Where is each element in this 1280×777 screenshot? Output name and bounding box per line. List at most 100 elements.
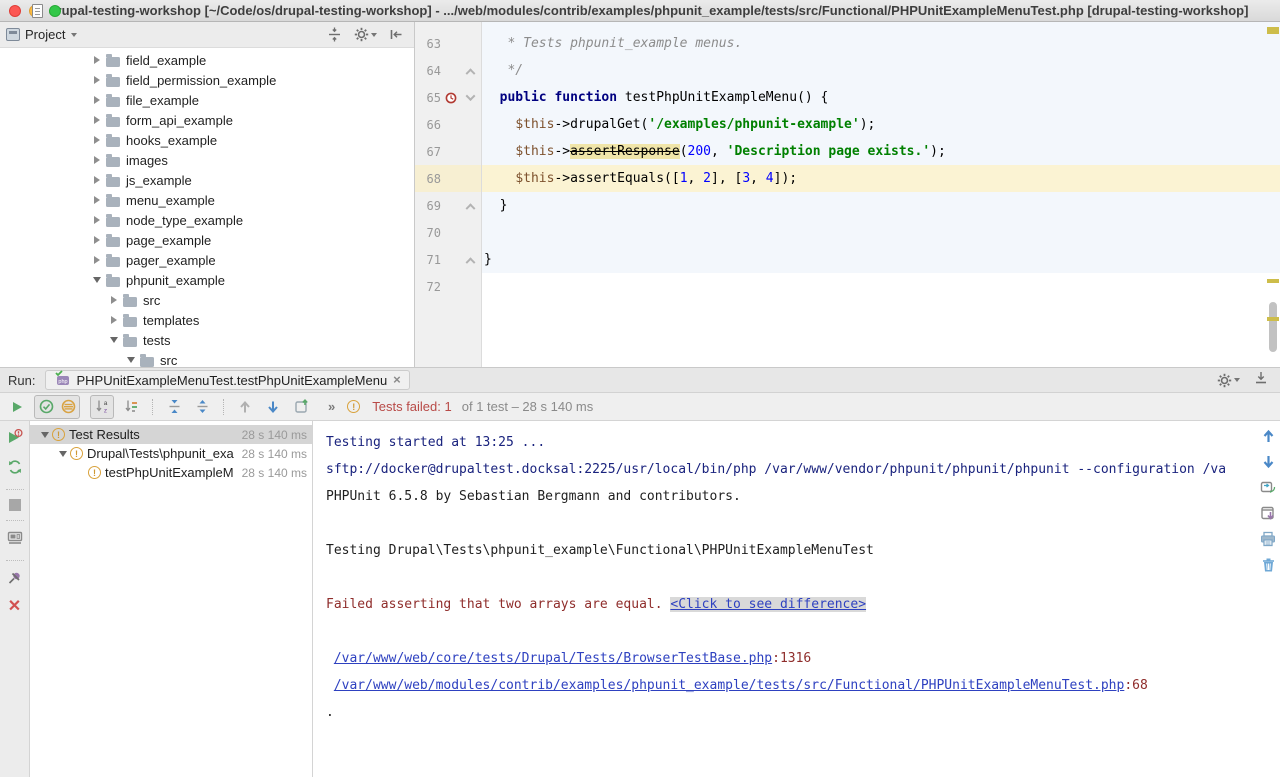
pin-tab-icon[interactable] — [7, 570, 23, 591]
code-line-text[interactable]: */ — [482, 57, 1280, 84]
line-number[interactable]: 70 — [415, 226, 441, 240]
up-stack-trace-icon[interactable] — [1261, 429, 1276, 444]
fold-marker-icon[interactable] — [461, 94, 479, 101]
run-configuration-tab[interactable]: php PHPUnitExampleMenuTest.testPhpUnitEx… — [45, 370, 409, 390]
chevron-right-icon[interactable] — [90, 76, 104, 84]
code-line-text[interactable]: $this->assertResponse(200, 'Description … — [482, 138, 1280, 165]
console-link[interactable]: /var/www/web/modules/contrib/examples/ph… — [334, 678, 1125, 693]
chevron-right-icon[interactable] — [90, 116, 104, 124]
gear-icon[interactable] — [354, 27, 377, 42]
test-tree-item[interactable]: testPhpUnitExampleM28 s 140 ms — [30, 463, 312, 482]
project-tree-item[interactable]: templates — [0, 310, 414, 330]
console-settings-icon[interactable] — [1260, 479, 1276, 495]
code-line-text[interactable]: $this->assertEquals([1, 2], [3, 4]); — [482, 165, 1280, 192]
editor-gutter[interactable]: 66 — [415, 111, 482, 138]
editor-gutter[interactable]: 70 — [415, 219, 482, 246]
clear-all-icon[interactable] — [1261, 557, 1276, 573]
project-tree-item[interactable]: images — [0, 150, 414, 170]
chevron-right-icon[interactable] — [90, 136, 104, 144]
project-tree-item[interactable]: file_example — [0, 90, 414, 110]
editor-error-stripe[interactable] — [1266, 22, 1280, 367]
more-actions-icon[interactable] — [328, 399, 335, 414]
project-tree-item[interactable]: field_permission_example — [0, 70, 414, 90]
sort-alphabetically-icon[interactable]: az — [91, 396, 113, 418]
warning-stripe-mark[interactable] — [1267, 317, 1279, 321]
chevron-right-icon[interactable] — [90, 256, 104, 264]
line-number[interactable]: 67 — [415, 145, 441, 159]
close-icon[interactable] — [393, 374, 401, 386]
line-number[interactable]: 63 — [415, 37, 441, 51]
chevron-right-icon[interactable] — [107, 296, 121, 304]
chevron-right-icon[interactable] — [90, 156, 104, 164]
previous-failed-test-icon[interactable] — [234, 396, 256, 418]
editor-gutter[interactable]: 72 — [415, 273, 482, 300]
line-number[interactable]: 65 — [415, 91, 441, 105]
code-line-text[interactable]: $this->drupalGet('/examples/phpunit-exam… — [482, 111, 1280, 138]
rerun-failed-tests-icon[interactable] — [7, 429, 23, 450]
scroll-from-source-icon[interactable] — [327, 27, 342, 42]
code-line-text[interactable]: * Tests phpunit_example menus. — [482, 30, 1280, 57]
editor-gutter[interactable]: 63 — [415, 30, 482, 57]
editor-gutter[interactable]: 71 — [415, 246, 482, 273]
project-panel-title[interactable]: Project — [25, 27, 65, 42]
editor-gutter[interactable]: 68 — [415, 165, 482, 192]
code-line[interactable]: 70 — [415, 219, 1280, 246]
line-number[interactable]: 71 — [415, 253, 441, 267]
code-line[interactable]: 69 } — [415, 192, 1280, 219]
code-editor[interactable]: 63 * Tests phpunit_example menus.64 */65… — [415, 22, 1280, 367]
chevron-right-icon[interactable] — [90, 196, 104, 204]
console-link[interactable]: <Click to see difference> — [670, 597, 866, 612]
test-failed-clock-icon[interactable] — [441, 92, 461, 104]
chevron-right-icon[interactable] — [90, 96, 104, 104]
chevron-right-icon[interactable] — [90, 56, 104, 64]
project-tree-item[interactable]: pager_example — [0, 250, 414, 270]
stop-icon[interactable] — [9, 499, 21, 511]
editor-gutter[interactable]: 64 — [415, 57, 482, 84]
test-tree-item[interactable]: Drupal\Tests\phpunit_exa28 s 140 ms — [30, 444, 312, 463]
project-tree-item[interactable]: phpunit_example — [0, 270, 414, 290]
code-line-text[interactable] — [482, 219, 1280, 246]
test-tree-item[interactable]: Test Results28 s 140 ms — [30, 425, 312, 444]
fold-marker-icon[interactable] — [461, 67, 479, 74]
zoom-window-button[interactable] — [49, 5, 61, 17]
show-passed-icon[interactable] — [35, 396, 57, 418]
chevron-down-icon[interactable] — [124, 357, 138, 363]
expand-all-icon[interactable] — [163, 396, 185, 418]
project-tree-item[interactable]: node_type_example — [0, 210, 414, 230]
editor-gutter[interactable]: 67 — [415, 138, 482, 165]
line-number[interactable]: 66 — [415, 118, 441, 132]
chevron-down-icon[interactable] — [38, 432, 52, 438]
project-tree-item[interactable]: hooks_example — [0, 130, 414, 150]
line-number[interactable]: 64 — [415, 64, 441, 78]
editor-scrollbar-thumb[interactable] — [1269, 302, 1277, 352]
rerun-icon[interactable] — [6, 396, 28, 418]
code-line[interactable]: 72 — [415, 273, 1280, 300]
close-icon[interactable] — [8, 600, 21, 614]
restore-layout-icon[interactable] — [7, 530, 23, 551]
code-line[interactable]: 63 * Tests phpunit_example menus. — [415, 30, 1280, 57]
chevron-right-icon[interactable] — [90, 176, 104, 184]
export-test-results-icon[interactable] — [290, 396, 312, 418]
project-tree-item[interactable]: menu_example — [0, 190, 414, 210]
chevron-down-icon[interactable] — [56, 451, 70, 457]
sort-by-duration-icon[interactable] — [120, 396, 142, 418]
test-console[interactable]: Testing started at 13:25 ...sftp://docke… — [313, 421, 1280, 777]
code-line-text[interactable]: } — [482, 246, 1280, 273]
line-number[interactable]: 69 — [415, 199, 441, 213]
hide-panel-icon[interactable] — [1254, 371, 1268, 390]
code-line[interactable]: 71} — [415, 246, 1280, 273]
toggle-auto-test-icon[interactable] — [7, 459, 23, 480]
project-tree-item[interactable]: js_example — [0, 170, 414, 190]
code-line[interactable]: 66 $this->drupalGet('/examples/phpunit-e… — [415, 111, 1280, 138]
next-failed-test-icon[interactable] — [262, 396, 284, 418]
project-tree-item[interactable]: form_api_example — [0, 110, 414, 130]
code-line[interactable]: 64 */ — [415, 57, 1280, 84]
code-line-text[interactable] — [482, 273, 1280, 300]
show-ignored-icon[interactable] — [57, 396, 79, 418]
code-line-text[interactable]: } — [482, 192, 1280, 219]
fold-marker-icon[interactable] — [461, 202, 479, 209]
project-tree-item[interactable]: page_example — [0, 230, 414, 250]
project-tree-item[interactable]: field_example — [0, 50, 414, 70]
code-line-text[interactable]: public function testPhpUnitExampleMenu()… — [482, 84, 1280, 111]
down-stack-trace-icon[interactable] — [1261, 454, 1276, 469]
